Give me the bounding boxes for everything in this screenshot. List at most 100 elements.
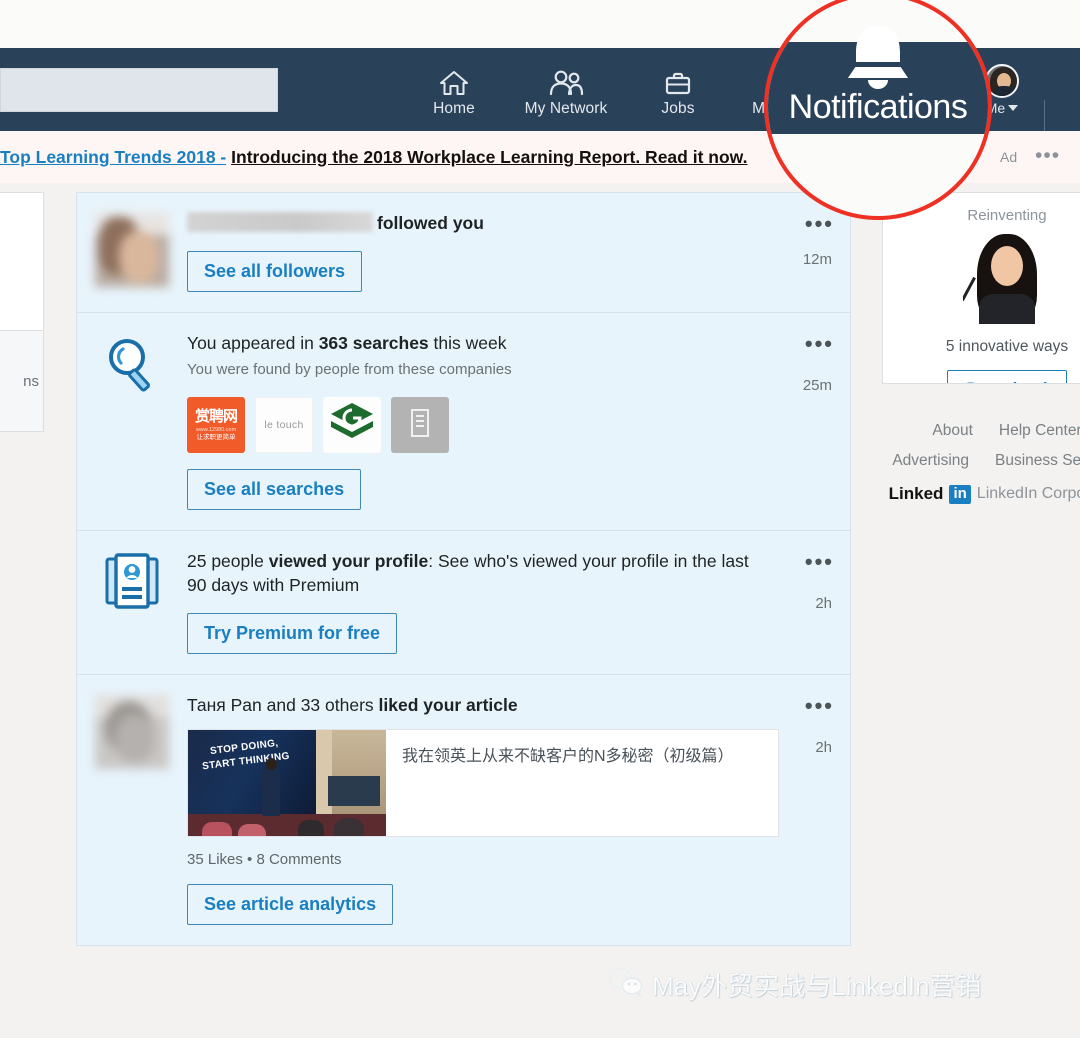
nav-item-home[interactable]: Home	[398, 48, 510, 131]
magnifier-callout: Notifications	[764, 0, 992, 220]
notification-headline: Таня Pan and 33 others liked your articl…	[187, 693, 779, 717]
wechat-icon	[608, 967, 644, 1002]
ad-label: Ad	[1000, 149, 1018, 165]
liker-names: Таня Pan and 33 others	[187, 695, 379, 715]
chevron-down-icon	[1008, 104, 1019, 111]
linkedin-notifications-page: Home My Network Jobs Me Top Learning Tre…	[0, 0, 1080, 1038]
notification-avatar-col	[77, 693, 187, 925]
wechat-watermark: May外贸实战与LinkedIn营销	[608, 966, 981, 1003]
search-count: 363 searches	[318, 333, 429, 353]
notification-overflow-menu-icon[interactable]: •••	[805, 549, 834, 575]
company-logo-list: 赏聘网 www.12980.com 让求职更简单 le touch	[187, 397, 760, 453]
company-logo-name: le touch	[264, 419, 304, 431]
article-title: 我在领英上从来不缺客户的N多秘密（初级篇）	[402, 748, 734, 765]
notification-headline: followed you	[187, 211, 760, 235]
blurred-avatar	[95, 213, 169, 287]
watermark-text: May外贸实战与LinkedIn营销	[652, 971, 982, 1001]
notification-overflow-menu-icon[interactable]: •••	[805, 693, 834, 719]
nav-item-jobs-label: Jobs	[661, 99, 695, 117]
notification-timestamp: 2h	[815, 739, 832, 756]
notification-body: 25 people viewed your profile: See who's…	[187, 549, 850, 654]
company-logo-url: www.12980.com	[195, 426, 237, 433]
company-logo-letouch[interactable]: le touch	[255, 397, 313, 453]
profile-views-action: viewed your profile	[268, 551, 429, 571]
left-rail-card-label: ns	[23, 372, 39, 390]
company-logo-green-g[interactable]	[323, 397, 381, 453]
notification-timestamp: 2h	[815, 595, 832, 612]
company-logo-generic[interactable]	[391, 397, 449, 453]
left-rail: ns	[0, 192, 44, 432]
promo-download-button[interactable]: Download	[947, 370, 1067, 383]
notification-overflow-menu-icon[interactable]: •••	[805, 331, 834, 357]
see-article-analytics-button[interactable]: See article analytics	[187, 884, 394, 925]
notification-body: You appeared in 363 searches this week Y…	[187, 331, 850, 510]
promo-ad-card[interactable]: Reinventing 5 innovative ways Download	[882, 192, 1080, 384]
see-all-followers-button[interactable]: See all followers	[187, 251, 363, 292]
briefcase-icon	[664, 63, 692, 97]
footer-links-row-1: About Help Center	[882, 422, 1080, 440]
search-input[interactable]	[0, 67, 278, 112]
site-footer: About Help Center Advertising Business S…	[882, 422, 1080, 504]
footer-link-about[interactable]: About	[932, 422, 973, 440]
ad-overflow-menu-icon[interactable]: •••	[1035, 144, 1060, 168]
nav-item-my-network-label: My Network	[524, 99, 608, 117]
ad-banner-text: Top Learning Trends 2018 - Introducing t…	[0, 146, 747, 168]
try-premium-button[interactable]: Try Premium for free	[187, 613, 398, 654]
magnifier-icon	[101, 333, 163, 510]
nav-item-home-label: Home	[433, 99, 475, 117]
notification-avatar-col	[77, 211, 187, 292]
article-stats: 35 Likes • 8 Comments	[187, 851, 342, 868]
notification-headline: 25 people viewed your profile: See who's…	[187, 549, 760, 597]
people-icon	[548, 63, 584, 97]
left-rail-card-top	[0, 192, 44, 330]
linkedin-wordmark: Linked	[888, 484, 944, 503]
profile-views-prefix: 25 people	[187, 551, 269, 571]
notification-icon-col	[77, 549, 187, 654]
article-liked-action: liked your article	[378, 695, 518, 715]
notification-action-text: followed you	[377, 213, 484, 233]
notification-item-profile-views[interactable]: 25 people viewed your profile: See who's…	[77, 531, 850, 675]
linkedin-logo: Linked in LinkedIn Corporation	[882, 484, 1080, 504]
notification-timestamp: 25m	[802, 377, 832, 394]
company-logo-shangpinwang[interactable]: 赏聘网 www.12980.com 让求职更简单	[187, 397, 245, 453]
search-text-suffix: this week	[428, 333, 507, 353]
ad-banner-link[interactable]: Top Learning Trends 2018 -	[0, 147, 226, 167]
promo-title: 5 innovative ways	[945, 338, 1069, 355]
stacked-g-icon	[329, 401, 375, 450]
promo-photo	[963, 232, 1051, 324]
notification-icon-col	[77, 331, 187, 510]
notification-item-article-liked[interactable]: Таня Pan and 33 others liked your articl…	[77, 675, 850, 945]
footer-links-row-2: Advertising Business Services	[882, 452, 1080, 470]
see-all-searches-button[interactable]: See all searches	[187, 469, 362, 510]
left-rail-card-bottom[interactable]: ns	[0, 330, 44, 432]
home-icon	[439, 63, 469, 97]
notification-item-followed-you[interactable]: followed you See all followers ••• 12m	[77, 193, 850, 313]
ad-banner-body[interactable]: Introducing the 2018 Workplace Learning …	[231, 147, 747, 167]
profile-card-icon	[101, 551, 163, 654]
linkedin-corporation-label: LinkedIn Corporation	[976, 485, 1080, 502]
nav-item-jobs[interactable]: Jobs	[622, 48, 734, 131]
company-logo-name: 赏聘网	[194, 407, 238, 425]
blurred-member-name	[187, 212, 373, 232]
article-preview-card[interactable]: STOP DOING, START THINKING 我在领英上从来不缺客户的N…	[187, 729, 779, 837]
footer-link-help-center[interactable]: Help Center	[999, 422, 1080, 440]
notifications-feed: followed you See all followers ••• 12m Y…	[76, 192, 851, 946]
nav-item-my-network[interactable]: My Network	[510, 48, 622, 131]
building-icon	[407, 407, 433, 444]
footer-link-advertising[interactable]: Advertising	[892, 452, 969, 470]
right-sidebar: Reinventing 5 innovative ways Download A…	[882, 192, 1080, 504]
notification-headline: You appeared in 363 searches this week	[187, 331, 760, 355]
company-logo-tagline: 让求职更简单	[196, 433, 236, 441]
article-thumbnail: STOP DOING, START THINKING	[188, 730, 386, 836]
blurred-avatar	[95, 695, 169, 769]
notification-overflow-menu-icon[interactable]: •••	[805, 211, 834, 237]
notification-subtitle: You were found by people from these comp…	[187, 361, 512, 378]
footer-link-business-services[interactable]: Business Services	[995, 452, 1080, 470]
notification-timestamp: 12m	[802, 251, 832, 268]
search-text-prefix: You appeared in	[187, 333, 319, 353]
linkedin-in-badge: in	[949, 484, 971, 504]
notification-body: Таня Pan and 33 others liked your articl…	[187, 693, 869, 925]
magnifier-label: Notifications	[788, 88, 968, 126]
notification-item-search-appearances[interactable]: You appeared in 363 searches this week Y…	[77, 313, 850, 531]
notification-body: followed you See all followers	[187, 211, 850, 292]
